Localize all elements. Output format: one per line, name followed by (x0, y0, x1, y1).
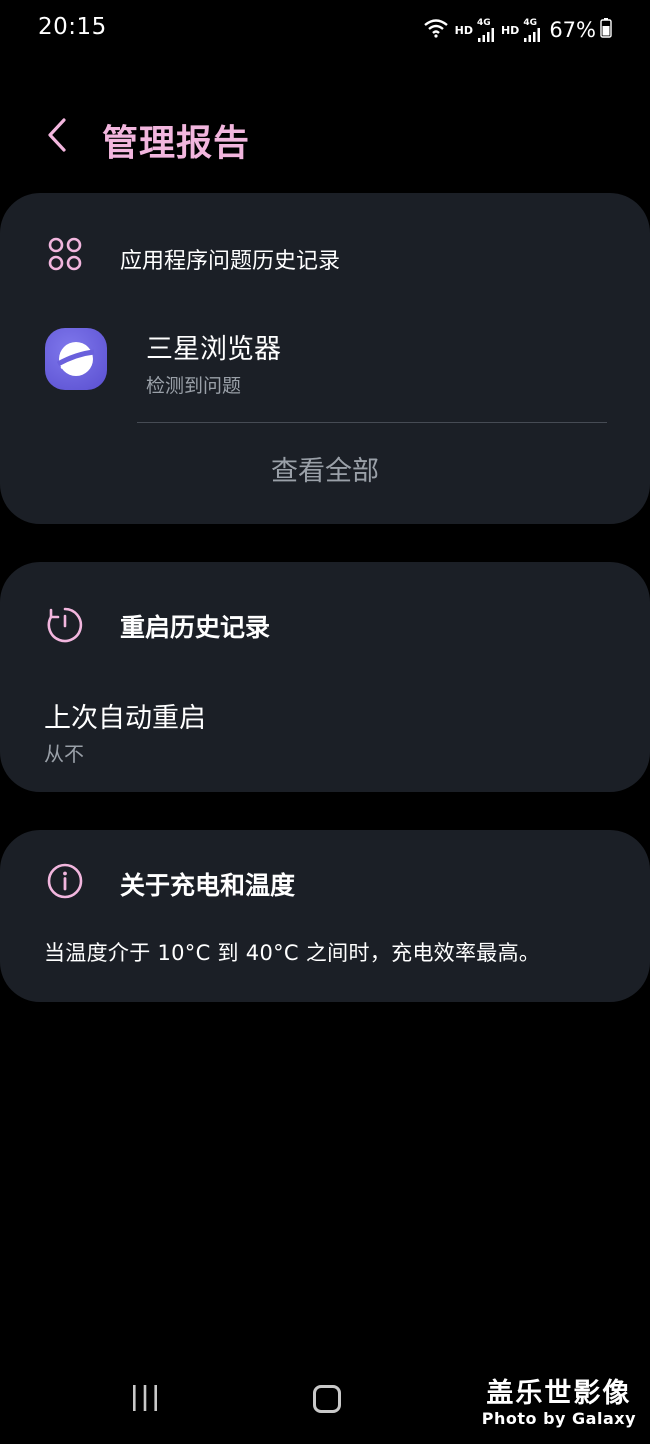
signal-bars-icon (477, 27, 494, 42)
restart-timer-icon (46, 606, 84, 644)
watermark: 盖乐世影像 Photo by Galaxy (482, 1378, 636, 1428)
divider (137, 422, 607, 423)
battery-percent: 67% (549, 18, 596, 42)
signal-bars-icon (524, 27, 541, 42)
apps-grid-icon (46, 235, 84, 273)
last-auto-restart-value: 从不 (44, 742, 84, 766)
recent-apps-icon[interactable] (130, 1384, 160, 1412)
signal-1: 4G (476, 17, 495, 42)
charging-temperature-title: 关于充电和温度 (120, 871, 296, 900)
restart-history-title: 重启历史记录 (120, 613, 271, 642)
watermark-subtitle: Photo by Galaxy (481, 1409, 636, 1428)
charging-temperature-text: 当温度介于 10°C 到 40°C 之间时，充电效率最高。 (44, 941, 541, 965)
app-name: 三星浏览器 (146, 334, 281, 365)
info-icon (46, 862, 84, 900)
battery-icon (600, 18, 612, 42)
view-all-button[interactable]: 查看全部 (0, 449, 650, 488)
app-issue-status: 检测到问题 (146, 375, 242, 397)
app-issue-history-title: 应用程序问题历史记录 (120, 249, 341, 274)
hd-label-1: HD (454, 23, 473, 37)
network-label-2: 4G (523, 17, 537, 28)
back-arrow-icon[interactable] (40, 114, 74, 158)
watermark-title: 盖乐世影像 (486, 1378, 632, 1409)
status-indicators: HD 4G HD 4G 67% (423, 14, 612, 46)
samsung-internet-icon (45, 328, 107, 390)
status-time: 20:15 (38, 14, 107, 40)
screen: 20:15 HD 4G HD 4G 67% 管理报告 应用程序问题历史记录 三星… (0, 0, 650, 1444)
network-label-1: 4G (476, 17, 491, 28)
page-title: 管理报告 (102, 123, 251, 164)
signal-2: 4G (523, 17, 541, 42)
status-bar: 20:15 HD 4G HD 4G 67% (0, 0, 650, 60)
home-icon[interactable] (313, 1385, 341, 1413)
app-issue-history-card: 应用程序问题历史记录 三星浏览器 检测到问题 查看全部 (0, 193, 650, 524)
wifi-icon (423, 18, 449, 42)
restart-history-card: 重启历史记录 上次自动重启 从不 (0, 562, 650, 792)
header: 管理报告 (0, 100, 650, 180)
charging-temperature-card: 关于充电和温度 当温度介于 10°C 到 40°C 之间时，充电效率最高。 (0, 830, 650, 1002)
last-auto-restart-label: 上次自动重启 (44, 703, 206, 734)
hd-label-2: HD (500, 23, 520, 37)
